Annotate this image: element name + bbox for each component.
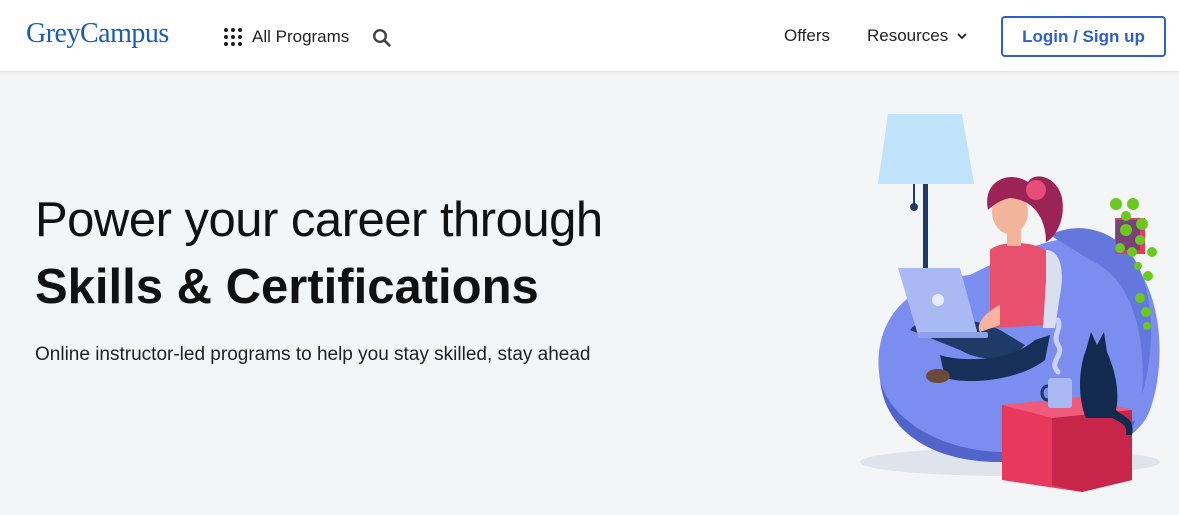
- login-signup-button[interactable]: Login / Sign up: [1001, 16, 1166, 57]
- resources-menu[interactable]: Resources: [867, 26, 968, 46]
- hero-subtitle: Online instructor-led programs to help y…: [35, 344, 591, 365]
- hero-title-line2: Skills & Certifications: [35, 260, 539, 314]
- all-programs-menu[interactable]: All Programs: [224, 24, 349, 50]
- greycampus-logo[interactable]: GreyCampus: [26, 18, 169, 50]
- all-programs-label: All Programs: [252, 27, 350, 46]
- grid-icon: [224, 28, 242, 46]
- hero-illustration: [860, 114, 1160, 492]
- chevron-down-icon: [957, 33, 967, 40]
- resources-label: Resources: [867, 26, 949, 45]
- offers-link[interactable]: Offers: [784, 26, 830, 46]
- search-icon[interactable]: [372, 28, 392, 48]
- hero-title-line1: Power your career through: [35, 193, 603, 247]
- top-nav: GreyCampus All Programs Offers Resources…: [0, 0, 1179, 72]
